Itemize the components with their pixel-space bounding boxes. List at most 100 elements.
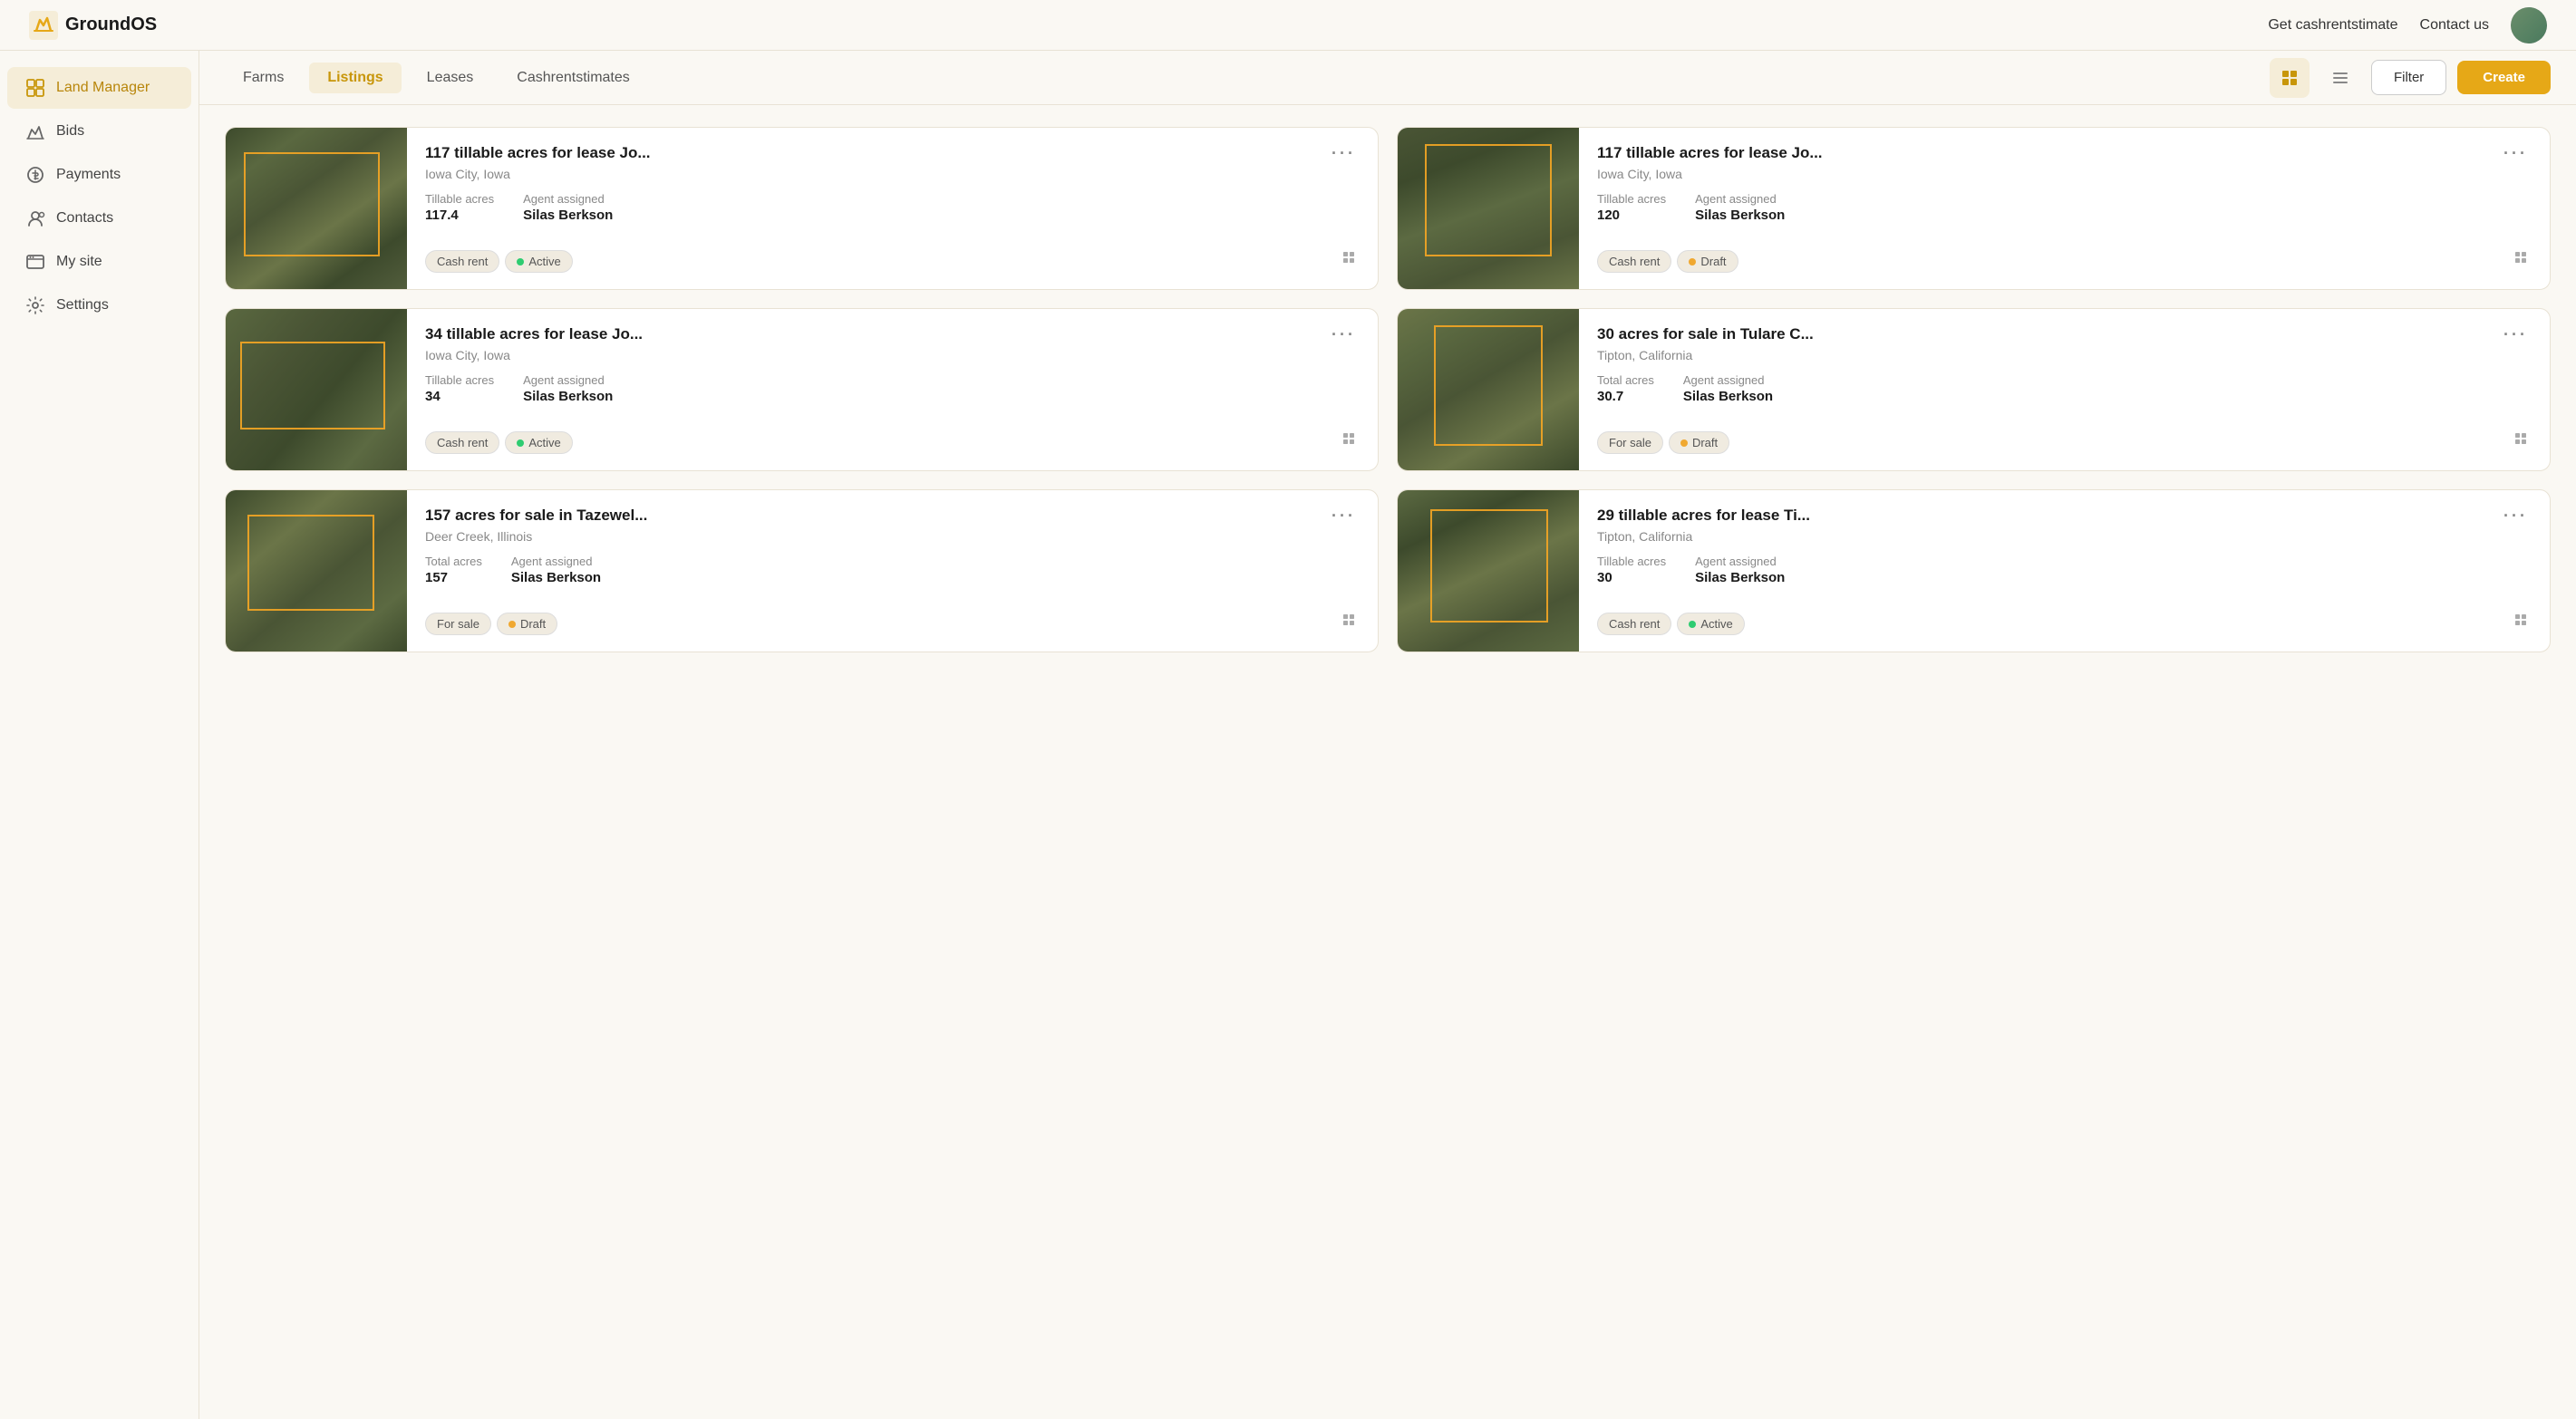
- acres-stat: Tillable acres 34: [425, 373, 494, 404]
- agent-label: Agent assigned: [1683, 373, 1773, 387]
- card-body: 157 acres for sale in Tazewel... ··· Dee…: [407, 490, 1378, 652]
- secondary-nav: Farms Listings Leases Cashrentstimates: [199, 51, 2576, 105]
- sidebar-item-payments[interactable]: Payments: [7, 154, 191, 196]
- acres-value: 30: [1597, 570, 1666, 585]
- type-tag[interactable]: Cash rent: [425, 431, 499, 454]
- list-view-button[interactable]: [2320, 58, 2360, 98]
- card-location: Tipton, California: [1597, 529, 2532, 544]
- card-stats: Tillable acres 117.4 Agent assigned Sila…: [425, 192, 1360, 223]
- card-details-icon[interactable]: [1341, 431, 1360, 454]
- sidebar: Land Manager Bids Payments: [0, 51, 199, 1419]
- sidebar-item-my-site[interactable]: My site: [7, 241, 191, 283]
- status-tag[interactable]: Active: [505, 431, 572, 454]
- type-tag[interactable]: For sale: [1597, 431, 1663, 454]
- listing-card[interactable]: 34 tillable acres for lease Jo... ··· Io…: [225, 308, 1379, 471]
- card-image: [226, 128, 407, 289]
- agent-stat: Agent assigned Silas Berkson: [523, 373, 613, 404]
- listing-card[interactable]: 117 tillable acres for lease Jo... ··· I…: [225, 127, 1379, 290]
- agent-value: Silas Berkson: [511, 570, 601, 585]
- avatar[interactable]: [2511, 7, 2547, 43]
- acres-stat: Tillable acres 120: [1597, 192, 1666, 223]
- card-title: 30 acres for sale in Tulare C...: [1597, 325, 2500, 343]
- tab-listings[interactable]: Listings: [309, 63, 401, 93]
- agent-label: Agent assigned: [511, 555, 601, 568]
- sidebar-item-contacts[interactable]: Contacts: [7, 198, 191, 239]
- status-label: Active: [1700, 617, 1732, 631]
- status-label: Draft: [1700, 255, 1726, 268]
- card-menu-button[interactable]: ···: [2500, 507, 2532, 526]
- card-menu-button[interactable]: ···: [2500, 325, 2532, 344]
- status-dot: [508, 621, 516, 628]
- card-details-icon[interactable]: [2513, 250, 2532, 273]
- card-header: 29 tillable acres for lease Ti... ···: [1597, 507, 2532, 526]
- tab-cashrentstimates[interactable]: Cashrentstimates: [499, 63, 648, 93]
- type-tag[interactable]: For sale: [425, 613, 491, 635]
- acres-label: Tillable acres: [425, 373, 494, 387]
- type-tag[interactable]: Cash rent: [1597, 250, 1671, 273]
- card-menu-button[interactable]: ···: [1328, 144, 1360, 163]
- acres-stat: Total acres 157: [425, 555, 482, 585]
- sidebar-item-settings[interactable]: Settings: [7, 285, 191, 326]
- acres-value: 120: [1597, 208, 1666, 223]
- card-body: 117 tillable acres for lease Jo... ··· I…: [407, 128, 1378, 289]
- card-stats: Tillable acres 34 Agent assigned Silas B…: [425, 373, 1360, 404]
- sidebar-label-my-site: My site: [56, 254, 102, 270]
- card-title: 29 tillable acres for lease Ti...: [1597, 507, 2500, 525]
- farm-boundary: [1434, 325, 1543, 447]
- agent-label: Agent assigned: [523, 192, 613, 206]
- details-grid-icon: [2513, 431, 2532, 449]
- cashrentstimate-link[interactable]: Get cashrentstimate: [2268, 17, 2397, 34]
- listing-card[interactable]: 157 acres for sale in Tazewel... ··· Dee…: [225, 489, 1379, 652]
- status-tag[interactable]: Draft: [1677, 250, 1738, 273]
- card-footer: For sale Draft: [1597, 431, 2532, 454]
- contact-link[interactable]: Contact us: [2420, 17, 2489, 34]
- tab-farms[interactable]: Farms: [225, 63, 302, 93]
- card-menu-button[interactable]: ···: [2500, 144, 2532, 163]
- card-menu-button[interactable]: ···: [1328, 325, 1360, 344]
- farm-boundary: [240, 342, 385, 430]
- card-footer: For sale Draft: [425, 613, 1360, 635]
- sidebar-label-bids: Bids: [56, 123, 84, 140]
- card-details-icon[interactable]: [1341, 250, 1360, 273]
- listing-card[interactable]: 117 tillable acres for lease Jo... ··· I…: [1397, 127, 2551, 290]
- grid-view-button[interactable]: [2270, 58, 2310, 98]
- logo[interactable]: GroundOS: [29, 11, 157, 40]
- status-tag[interactable]: Draft: [1669, 431, 1729, 454]
- card-title: 157 acres for sale in Tazewel...: [425, 507, 1328, 525]
- tab-leases[interactable]: Leases: [409, 63, 492, 93]
- sidebar-label-settings: Settings: [56, 297, 109, 314]
- status-label: Active: [528, 255, 560, 268]
- card-image: [1398, 128, 1579, 289]
- list-icon: [2331, 69, 2349, 87]
- agent-stat: Agent assigned Silas Berkson: [1695, 192, 1785, 223]
- listing-card[interactable]: 30 acres for sale in Tulare C... ··· Tip…: [1397, 308, 2551, 471]
- card-title: 34 tillable acres for lease Jo...: [425, 325, 1328, 343]
- status-tag[interactable]: Active: [505, 250, 572, 273]
- listing-card[interactable]: 29 tillable acres for lease Ti... ··· Ti…: [1397, 489, 2551, 652]
- sidebar-item-land-manager[interactable]: Land Manager: [7, 67, 191, 109]
- card-title: 117 tillable acres for lease Jo...: [1597, 144, 2500, 162]
- acres-label: Tillable acres: [1597, 555, 1666, 568]
- farm-boundary: [244, 152, 380, 257]
- card-footer: Cash rent Active: [425, 431, 1360, 454]
- sidebar-label-land-manager: Land Manager: [56, 80, 150, 96]
- status-tag[interactable]: Active: [1677, 613, 1744, 635]
- card-details-icon[interactable]: [2513, 431, 2532, 454]
- sidebar-item-bids[interactable]: Bids: [7, 111, 191, 152]
- app-name: GroundOS: [65, 14, 157, 35]
- type-tag[interactable]: Cash rent: [1597, 613, 1671, 635]
- type-tag[interactable]: Cash rent: [425, 250, 499, 273]
- acres-stat: Tillable acres 30: [1597, 555, 1666, 585]
- agent-value: Silas Berkson: [1695, 208, 1785, 223]
- filter-button[interactable]: Filter: [2371, 60, 2446, 95]
- card-menu-button[interactable]: ···: [1328, 507, 1360, 526]
- agent-stat: Agent assigned Silas Berkson: [511, 555, 601, 585]
- create-button[interactable]: Create: [2457, 61, 2551, 94]
- acres-label: Total acres: [1597, 373, 1654, 387]
- status-tag[interactable]: Draft: [497, 613, 557, 635]
- card-tags: For sale Draft: [425, 613, 557, 635]
- card-location: Deer Creek, Illinois: [425, 529, 1360, 544]
- card-details-icon[interactable]: [1341, 613, 1360, 635]
- card-tags: For sale Draft: [1597, 431, 1729, 454]
- card-details-icon[interactable]: [2513, 613, 2532, 635]
